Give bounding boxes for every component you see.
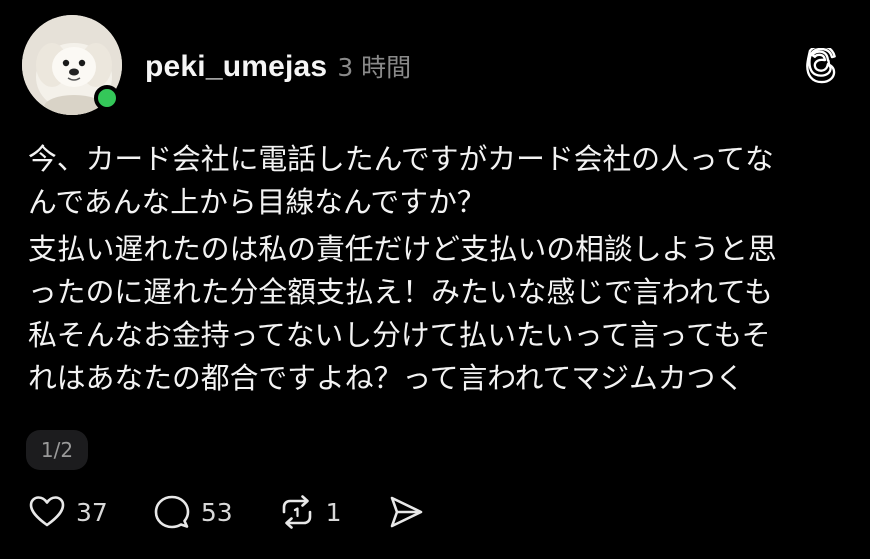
reply-button[interactable]: 53 [153,493,233,531]
like-count: 37 [76,497,108,527]
threads-post: peki_umejas 3 時間 今、カード会社に電話したんですがカード会社の人… [0,0,870,559]
post-line: 支払い遅れたのは私の責任だけど支払いの相談しようと思 [28,232,777,266]
post-line: 今、カード会社に電話したんですがカード会社の人ってな [28,142,774,176]
repost-count: 1 [325,497,342,527]
post-line: 私そんなお金持ってないし分けて払いたいって言ってもそ [28,318,771,352]
username[interactable]: peki_umejas [145,50,327,84]
repost-icon [282,495,311,529]
avatar[interactable] [22,15,122,115]
action-bar: 37 53 1 [28,492,470,532]
post-line: れはあなたの都合ですよね？って言われてマジムカつく [28,361,745,395]
send-icon [390,496,422,528]
reply-count: 53 [200,497,233,527]
heart-icon [29,496,65,527]
threads-logo-icon[interactable] [804,44,840,84]
share-button[interactable] [387,493,425,531]
online-status-dot [94,85,120,111]
comment-icon [154,495,190,529]
post-paragraph: 今、カード会社に電話したんですがカード会社の人ってな んであんな上から目線なんで… [28,138,858,224]
post-line: んであんな上から目線なんですか？ [28,185,486,219]
repost-button[interactable]: 1 [278,493,342,531]
page-indicator: 1/2 [26,430,88,470]
like-button[interactable]: 37 [28,493,108,531]
post-header: peki_umejas 3 時間 [145,48,411,88]
post-line: ったのに遅れた分全額支払え！みたいな感じで言われても [28,275,773,309]
post-paragraph: 支払い遅れたのは私の責任だけど支払いの相談しようと思 ったのに遅れた分全額支払え… [28,228,858,400]
post-body: 今、カード会社に電話したんですがカード会社の人ってな んであんな上から目線なんで… [28,138,858,400]
timestamp: 3 時間 [337,53,412,82]
